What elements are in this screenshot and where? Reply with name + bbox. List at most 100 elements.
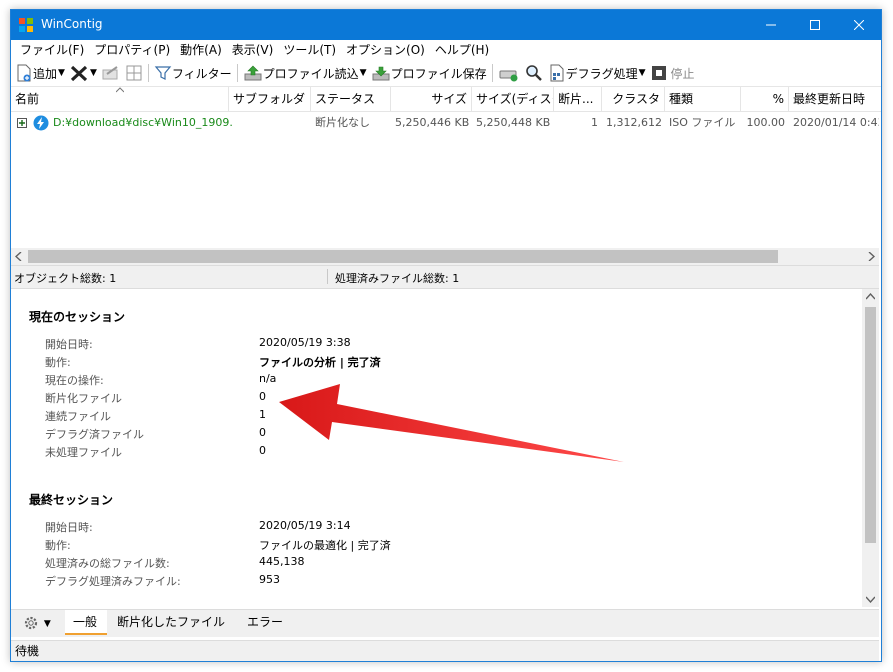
filter-button[interactable]: フィルター bbox=[152, 62, 234, 84]
column-label: ステータス bbox=[315, 92, 376, 106]
chevron-down-icon[interactable]: ▼ bbox=[58, 68, 65, 78]
total-processed-value: 445,138 bbox=[259, 555, 305, 568]
maximize-icon bbox=[810, 20, 820, 30]
total-processed-label: 処理済みの総ファイル数: bbox=[45, 557, 170, 570]
defrag-label: デフラグ処理 bbox=[565, 66, 638, 81]
column-header-size[interactable]: サイズ bbox=[391, 87, 472, 111]
tab-errors[interactable]: エラー 0 bbox=[239, 610, 309, 654]
scroll-right-icon[interactable] bbox=[867, 252, 875, 261]
toolbar-separator bbox=[236, 64, 238, 82]
scroll-left-icon[interactable] bbox=[15, 252, 23, 261]
size-cell: 5,250,446 KB bbox=[395, 116, 470, 129]
stop-icon bbox=[651, 66, 666, 80]
close-button[interactable] bbox=[837, 10, 881, 40]
status-cell: 断片化なし bbox=[315, 116, 370, 129]
scroll-down-icon[interactable] bbox=[866, 595, 875, 603]
column-header-modified[interactable]: 最終更新日時 bbox=[789, 87, 879, 111]
remove-button[interactable]: ▼ bbox=[67, 62, 99, 84]
defrag-processed-value: 953 bbox=[259, 573, 280, 586]
settings-menu-button[interactable]: ▼ bbox=[15, 610, 63, 635]
grid-button[interactable] bbox=[123, 62, 145, 84]
filter-label: フィルター bbox=[171, 66, 232, 81]
current-operation-label: 現在の操作: bbox=[45, 374, 104, 387]
menu-options[interactable]: オプション(O) bbox=[341, 40, 430, 60]
column-header-clusters[interactable]: クラスタ bbox=[602, 87, 665, 111]
contiguous-files-value: 1 bbox=[259, 408, 266, 421]
percent-cell: 100.00 bbox=[746, 116, 786, 129]
clusters-cell: 1,312,612 bbox=[606, 116, 662, 129]
unprocessed-files-label: 未処理ファイル bbox=[45, 446, 122, 459]
vertical-scroll-thumb[interactable] bbox=[865, 307, 876, 543]
unprocessed-files-value: 0 bbox=[259, 444, 266, 457]
edit-icon bbox=[102, 66, 118, 80]
tab-fragmented-files[interactable]: 断片化したファイル 0 bbox=[109, 610, 237, 654]
column-header-fragments[interactable]: 断片... bbox=[554, 87, 602, 111]
last-session-title: 最終セッション bbox=[29, 493, 114, 507]
analyze-drive-button[interactable] bbox=[496, 62, 522, 84]
column-header-type[interactable]: 種類 bbox=[665, 87, 741, 111]
load-profile-label: プロファイル読込 bbox=[262, 66, 359, 81]
stop-button[interactable]: 停止 bbox=[648, 62, 697, 84]
minimize-button[interactable] bbox=[749, 10, 793, 40]
object-count-bar: オブジェクト総数: 1 処理済みファイル総数: 1 bbox=[11, 265, 879, 289]
defrag-processed-label: デフラグ処理済みファイル: bbox=[45, 575, 181, 588]
table-row[interactable]: D:¥download¥disc¥Win10_1909... 断片化なし 5,2… bbox=[11, 112, 881, 134]
chevron-down-icon[interactable]: ▼ bbox=[639, 68, 646, 78]
scroll-up-icon[interactable] bbox=[866, 293, 875, 301]
defrag-button[interactable]: デフラグ処理 ▼ bbox=[546, 62, 648, 84]
menu-file[interactable]: ファイル(F) bbox=[15, 40, 89, 60]
last-start-label: 開始日時: bbox=[45, 521, 93, 534]
current-start-label: 開始日時: bbox=[45, 338, 93, 351]
title-bar[interactable]: WinContig bbox=[11, 10, 881, 40]
horizontal-scrollbar[interactable] bbox=[11, 248, 879, 265]
menu-action[interactable]: 動作(A) bbox=[175, 40, 227, 60]
menu-properties[interactable]: プロパティ(P) bbox=[89, 40, 175, 60]
grid-icon bbox=[126, 65, 142, 81]
sort-ascending-icon bbox=[116, 87, 124, 93]
session-details-panel: 現在のセッション 開始日時: 2020/05/19 3:38 動作: ファイルの… bbox=[11, 289, 879, 607]
load-profile-button[interactable]: プロファイル読込 ▼ bbox=[241, 62, 369, 84]
window-title: WinContig bbox=[41, 17, 103, 31]
contiguous-files-label: 連続ファイル bbox=[45, 410, 111, 423]
status-text: 待機 bbox=[15, 644, 40, 658]
chevron-down-icon[interactable]: ▼ bbox=[360, 68, 367, 78]
menu-help[interactable]: ヘルプ(H) bbox=[430, 40, 494, 60]
toolbar-separator bbox=[147, 64, 149, 82]
column-header-subfolder[interactable]: サブフォルダ bbox=[229, 87, 311, 111]
column-header-status[interactable]: ステータス bbox=[311, 87, 391, 111]
add-file-icon bbox=[17, 64, 31, 82]
column-label: 種類 bbox=[669, 92, 694, 106]
vertical-scrollbar[interactable] bbox=[862, 289, 879, 607]
chevron-down-icon[interactable]: ▼ bbox=[90, 68, 97, 78]
disk-size-cell: 5,250,448 KB bbox=[476, 116, 551, 129]
save-profile-button[interactable]: プロファイル保存 bbox=[369, 62, 489, 84]
maximize-button[interactable] bbox=[793, 10, 837, 40]
file-name-cell[interactable]: D:¥download¥disc¥Win10_1909... bbox=[49, 112, 233, 134]
tab-general[interactable]: 一般 bbox=[65, 610, 107, 635]
processed-count-text: 処理済みファイル総数: 1 bbox=[335, 272, 460, 285]
horizontal-scroll-thumb[interactable] bbox=[28, 250, 778, 263]
column-header-disk-size[interactable]: サイズ(ディスク) bbox=[472, 87, 554, 111]
drive-check-icon bbox=[499, 70, 518, 82]
search-button[interactable] bbox=[522, 62, 546, 84]
menu-view[interactable]: 表示(V) bbox=[227, 40, 279, 60]
type-cell: ISO ファイル bbox=[669, 116, 736, 129]
menu-bar: ファイル(F) プロパティ(P) 動作(A) 表示(V) ツール(T) オプショ… bbox=[11, 40, 881, 60]
last-action-value: ファイルの最適化 | 完了済 bbox=[259, 539, 391, 552]
expand-plus-icon[interactable] bbox=[17, 118, 27, 128]
tab-label: 一般 bbox=[73, 615, 98, 629]
defragged-files-label: デフラグ済ファイル bbox=[45, 428, 144, 441]
menu-tools[interactable]: ツール(T) bbox=[278, 40, 341, 60]
tab-label: 断片化したファイル bbox=[117, 615, 226, 629]
toolbar: 追加 ▼ ▼ フィルター プロファイル読込 ▼ プロファイル保存 デフラグ処理 … bbox=[11, 60, 881, 87]
last-action-label: 動作: bbox=[45, 539, 71, 552]
column-label: クラスタ bbox=[612, 92, 660, 106]
modified-cell: 2020/01/14 0:43 bbox=[793, 116, 879, 129]
edit-button[interactable] bbox=[99, 62, 123, 84]
column-header-percent[interactable]: % bbox=[741, 87, 789, 111]
column-label: 断片... bbox=[558, 92, 594, 106]
add-button[interactable]: 追加 ▼ bbox=[13, 62, 67, 84]
defragged-files-value: 0 bbox=[259, 426, 266, 439]
column-label: サイズ bbox=[431, 92, 467, 106]
app-window: WinContig ファイル(F) プロパティ(P) 動作(A) 表示(V) ツ… bbox=[10, 9, 882, 662]
